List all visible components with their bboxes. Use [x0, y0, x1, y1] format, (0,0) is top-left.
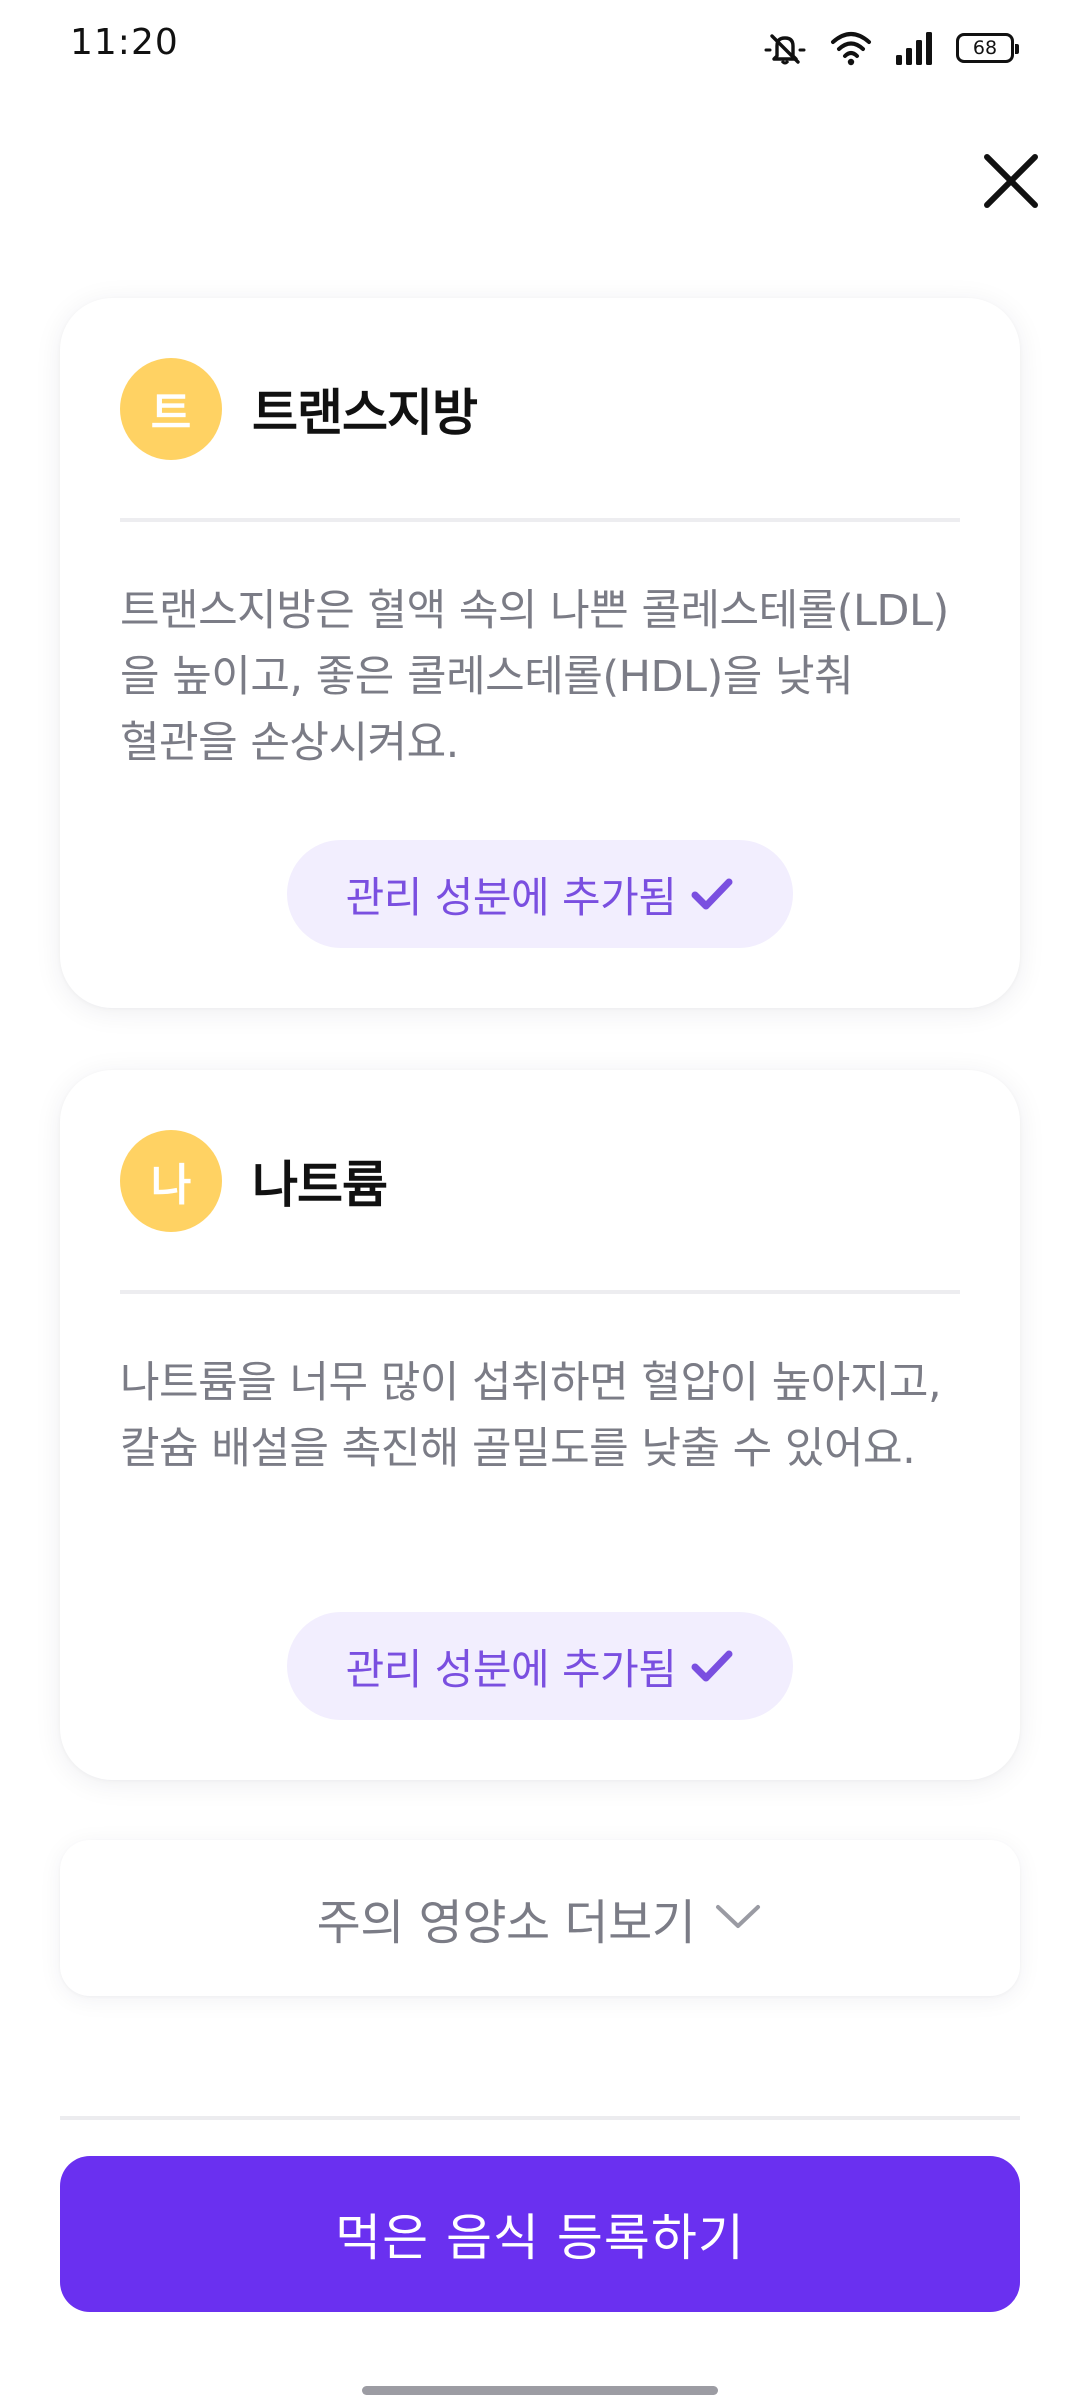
nutrient-card-trans-fat: 트 트랜스지방 트랜스지방은 혈액 속의 나쁜 콜레스테롤(LDL)을 높이고,…	[60, 298, 1020, 1008]
mute-icon	[762, 28, 808, 68]
battery-level: 68	[972, 37, 998, 59]
battery-icon: 68	[956, 33, 1019, 63]
status-icons: 68	[762, 28, 1019, 68]
register-food-label: 먹은 음식 등록하기	[335, 2209, 745, 2267]
card-header: 나 나트륨	[120, 1130, 388, 1232]
nutrient-avatar: 나	[120, 1130, 222, 1232]
added-to-managed-button[interactable]: 관리 성분에 추가됨	[287, 840, 793, 948]
more-nutrients-label: 주의 영양소 더보기	[316, 1895, 696, 1951]
check-icon	[690, 876, 734, 912]
signal-icon	[894, 31, 934, 65]
card-divider	[120, 1290, 960, 1294]
added-to-managed-button[interactable]: 관리 성분에 추가됨	[287, 1612, 793, 1720]
status-time: 11:20	[70, 22, 179, 63]
close-button[interactable]	[976, 146, 1046, 216]
nutrient-card-sodium: 나 나트륨 나트륨을 너무 많이 섭취하면 혈압이 높아지고, 칼슘 배설을 촉…	[60, 1070, 1020, 1780]
added-label: 관리 성분에 추가됨	[345, 872, 677, 922]
status-bar: 11:20 68	[0, 0, 1080, 100]
close-icon	[984, 154, 1038, 208]
nutrient-description: 트랜스지방은 혈액 속의 나쁜 콜레스테롤(LDL)을 높이고, 좋은 콜레스테…	[120, 586, 949, 768]
nutrient-title: 나트륨	[252, 1156, 388, 1214]
card-divider	[120, 518, 960, 522]
check-icon	[690, 1648, 734, 1684]
nutrient-title: 트랜스지방	[252, 384, 478, 442]
wifi-icon	[830, 30, 872, 66]
chevron-down-icon	[713, 1901, 763, 1935]
home-indicator[interactable]	[362, 2386, 718, 2395]
bottom-divider	[60, 2116, 1020, 2120]
nutrient-avatar: 트	[120, 358, 222, 460]
register-food-button[interactable]: 먹은 음식 등록하기	[60, 2156, 1020, 2312]
more-nutrients-button[interactable]: 주의 영양소 더보기	[60, 1840, 1020, 1996]
added-label: 관리 성분에 추가됨	[345, 1644, 677, 1694]
card-header: 트 트랜스지방	[120, 358, 478, 460]
nutrient-description: 나트륨을 너무 많이 섭취하면 혈압이 높아지고, 칼슘 배설을 촉진해 골밀도…	[120, 1358, 942, 1474]
